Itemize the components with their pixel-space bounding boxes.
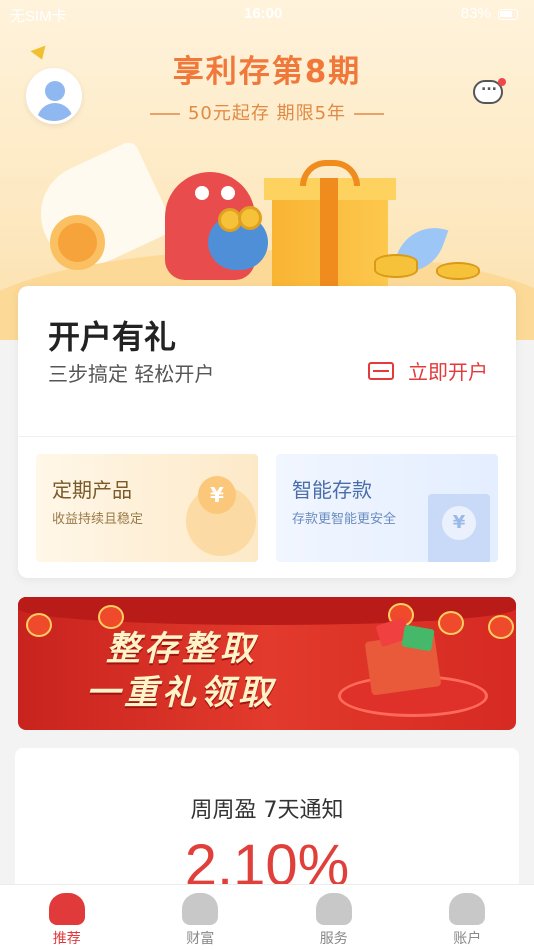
yuan-coin-icon: ¥: [198, 476, 236, 514]
open-account-button-label: 立即开户: [408, 360, 488, 384]
bank-card-icon: [368, 361, 394, 380]
smart-deposit-tile[interactable]: ¥ 智能存款 存款更智能更安全: [276, 454, 498, 562]
battery-icon: [498, 8, 518, 20]
gift-bow: [300, 160, 360, 186]
tile-title: 智能存款: [292, 478, 372, 502]
tab-wealth[interactable]: 财富: [134, 885, 268, 950]
gift-ribbon: [320, 178, 338, 286]
coin-stack-illustration: [374, 254, 418, 278]
wealth-mascot-icon: [182, 893, 219, 925]
tab-label: 财富: [186, 931, 215, 947]
lantern-icon: [488, 615, 514, 639]
banner-headline-2: 一重礼领取: [86, 673, 276, 713]
hero-subtitle-row: 50元起存 期限5年: [0, 99, 534, 125]
open-account-card: 开户有礼 三步搞定 轻松开户 立即开户 ¥ 定期产品 收益持续且稳定 ¥ 智能存…: [18, 286, 516, 578]
subtitle-dash-right: [354, 113, 385, 115]
promo-banner[interactable]: 整存整取 一重礼领取: [18, 597, 516, 730]
account-mascot-icon: [449, 893, 486, 925]
tile-description: 存款更智能更安全: [292, 512, 397, 527]
status-bar: 无SIM卡 16:00 83%: [0, 0, 534, 28]
fixed-products-tile[interactable]: ¥ 定期产品 收益持续且稳定: [36, 454, 258, 562]
open-account-title: 开户有礼: [48, 318, 177, 356]
dino-eye-left: [195, 186, 209, 200]
dinosaur-home-icon: [48, 893, 85, 925]
open-account-button[interactable]: 立即开户: [368, 356, 488, 385]
scroll-roll-illustration: [50, 215, 105, 270]
tile-title: 定期产品: [52, 478, 132, 502]
hero-subtitle: 50元起存 期限5年: [187, 103, 347, 124]
notification-dot: [498, 78, 506, 86]
tab-account[interactable]: 账户: [401, 885, 534, 950]
battery-status: 83%: [461, 5, 518, 22]
coin-stack-illustration: [436, 262, 480, 280]
dino-eye-right: [221, 186, 235, 200]
divider: [18, 436, 516, 437]
subtitle-dash-left: [149, 113, 180, 115]
service-mascot-icon: [315, 893, 352, 925]
carrier-label: 无SIM卡: [10, 8, 67, 25]
coin-icon: [238, 206, 262, 230]
yuan-coin-icon: ¥: [442, 506, 476, 540]
banner-headline-1: 整存整取: [106, 629, 258, 669]
bottom-tab-bar: 推荐 财富 服务 账户: [0, 884, 534, 950]
tab-label: 服务: [319, 931, 348, 947]
status-time: 16:00: [244, 5, 283, 22]
tab-service[interactable]: 服务: [267, 885, 401, 950]
tab-label: 账户: [453, 931, 482, 947]
lantern-icon: [438, 611, 464, 635]
tile-description: 收益持续且稳定: [52, 512, 144, 527]
tab-recommend[interactable]: 推荐: [0, 885, 134, 950]
hero-title: 享利存第8期: [172, 54, 362, 90]
product-name: 周周盈 7天通知: [190, 798, 344, 823]
lantern-icon: [26, 613, 52, 637]
tab-label: 推荐: [52, 931, 81, 947]
battery-percent: 83%: [460, 5, 491, 22]
open-account-subtitle: 三步搞定 轻松开户: [48, 362, 215, 386]
